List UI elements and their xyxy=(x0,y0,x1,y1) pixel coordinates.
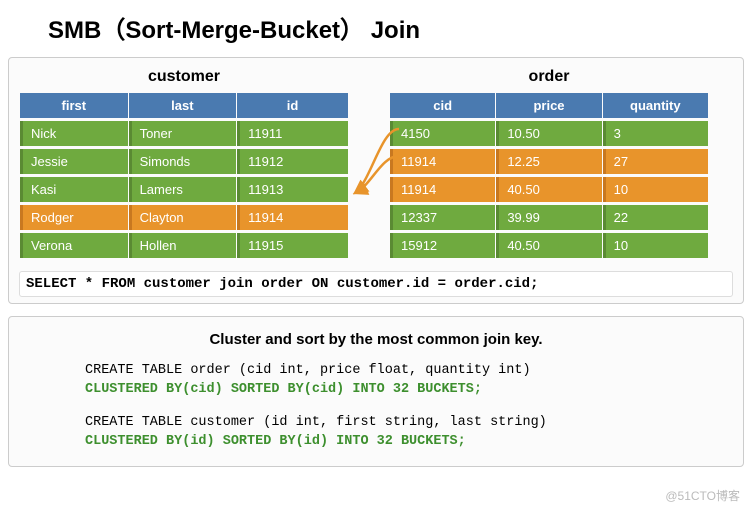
table-row: 415010.503 xyxy=(390,121,708,146)
table-row: 1591240.5010 xyxy=(390,233,708,258)
table-row: 1191440.5010 xyxy=(390,177,708,202)
table-row: 1191412.2527 xyxy=(390,149,708,174)
order-col-quantity: quantity xyxy=(603,93,708,118)
table-cell: 11914 xyxy=(390,177,495,202)
table-cell: 11912 xyxy=(237,149,348,174)
ddl-panel: Cluster and sort by the most common join… xyxy=(8,316,744,467)
order-table-block: order cid price quantity 415010.503 11914… xyxy=(389,68,709,261)
customer-col-id: id xyxy=(237,93,348,118)
table-cell: 10.50 xyxy=(496,121,601,146)
ddl-order-line1: CREATE TABLE order (cid int, price float… xyxy=(85,363,531,378)
table-cell: Hollen xyxy=(129,233,237,258)
table-cell: 11914 xyxy=(390,149,495,174)
table-cell: 11911 xyxy=(237,121,348,146)
table-row: JessieSimonds11912 xyxy=(20,149,348,174)
customer-table: first last id NickToner11911 JessieSimond… xyxy=(19,90,349,261)
order-table: cid price quantity 415010.5031191412.252… xyxy=(389,90,709,261)
table-cell: 11915 xyxy=(237,233,348,258)
table-cell: 4150 xyxy=(390,121,495,146)
ddl-customer: CREATE TABLE customer (id int, first str… xyxy=(85,414,727,452)
table-cell: 3 xyxy=(603,121,708,146)
customer-col-last: last xyxy=(129,93,237,118)
table-cell: 12337 xyxy=(390,205,495,230)
join-sql-statement: SELECT * FROM customer join order ON cus… xyxy=(19,271,733,297)
ddl-order: CREATE TABLE order (cid int, price float… xyxy=(85,362,727,400)
watermark: @51CTO博客 xyxy=(665,487,740,504)
table-cell: 22 xyxy=(603,205,708,230)
table-cell: 39.99 xyxy=(496,205,601,230)
table-cell: 27 xyxy=(603,149,708,174)
table-row: KasiLamers11913 xyxy=(20,177,348,202)
table-cell: 40.50 xyxy=(496,233,601,258)
table-cell: Lamers xyxy=(129,177,237,202)
table-cell: Jessie xyxy=(20,149,128,174)
table-cell: 10 xyxy=(603,233,708,258)
order-col-price: price xyxy=(496,93,601,118)
order-col-cid: cid xyxy=(390,93,495,118)
ddl-customer-line1: CREATE TABLE customer (id int, first str… xyxy=(85,415,547,430)
table-cell: Verona xyxy=(20,233,128,258)
table-row: NickToner11911 xyxy=(20,121,348,146)
table-cell: Clayton xyxy=(129,205,237,230)
ddl-customer-line2: CLUSTERED BY(id) SORTED BY(id) INTO 32 B… xyxy=(85,434,466,449)
customer-table-block: customer first last id NickToner11911 Jes… xyxy=(19,68,349,261)
table-cell: 15912 xyxy=(390,233,495,258)
table-cell: 11913 xyxy=(237,177,348,202)
table-cell: Toner xyxy=(129,121,237,146)
ddl-order-line2: CLUSTERED BY(cid) SORTED BY(cid) INTO 32… xyxy=(85,382,482,397)
table-row: RodgerClayton11914 xyxy=(20,205,348,230)
customer-col-first: first xyxy=(20,93,128,118)
table-cell: Rodger xyxy=(20,205,128,230)
join-diagram-panel: customer first last id NickToner11911 Jes… xyxy=(8,57,744,304)
table-cell: 40.50 xyxy=(496,177,601,202)
table-cell: Simonds xyxy=(129,149,237,174)
cluster-title: Cluster and sort by the most common join… xyxy=(25,331,727,348)
table-cell: 12.25 xyxy=(496,149,601,174)
table-cell: Nick xyxy=(20,121,128,146)
table-row: VeronaHollen11915 xyxy=(20,233,348,258)
table-row: 1233739.9922 xyxy=(390,205,708,230)
table-cell: 10 xyxy=(603,177,708,202)
order-table-name: order xyxy=(389,68,709,86)
table-cell: 11914 xyxy=(237,205,348,230)
table-cell: Kasi xyxy=(20,177,128,202)
customer-table-name: customer xyxy=(19,68,349,86)
page-title: SMB（Sort-Merge-Bucket） Join xyxy=(48,10,744,45)
